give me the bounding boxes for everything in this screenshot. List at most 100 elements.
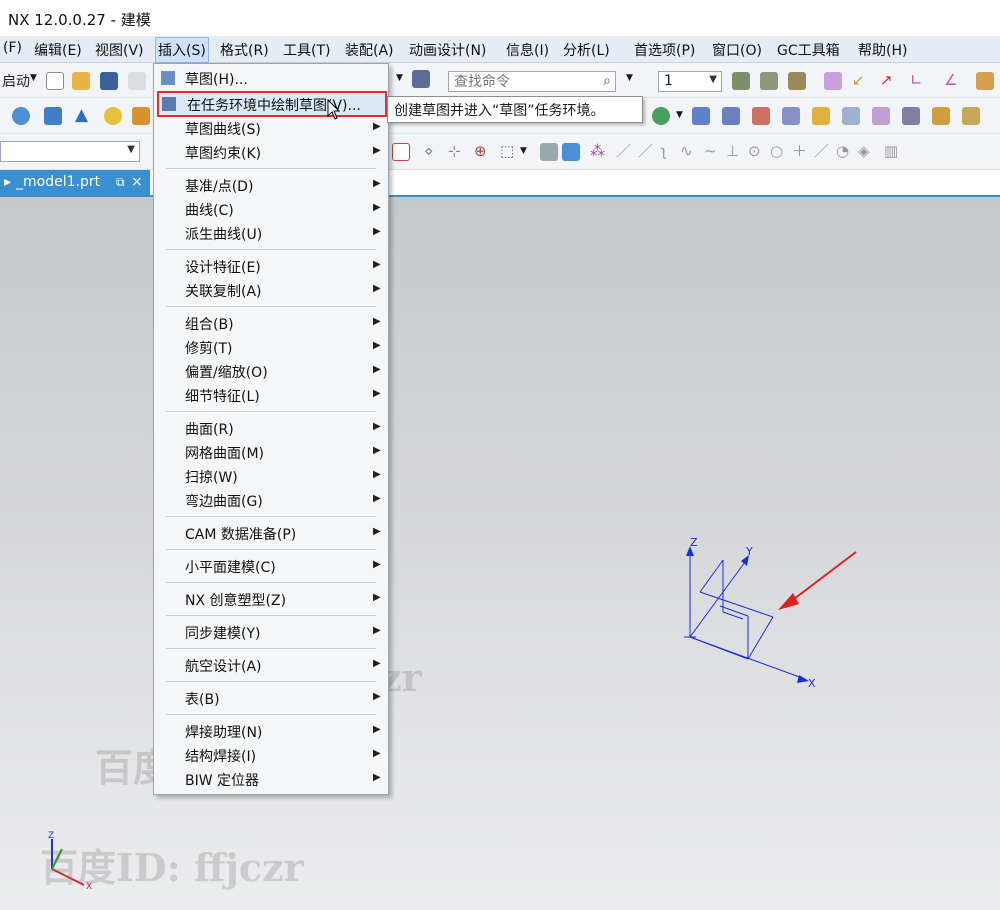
menu-item-flange-surface[interactable]: 弯边曲面(G) ▶ (154, 489, 388, 513)
through-curves-icon[interactable] (692, 107, 710, 125)
move-to-layer-icon[interactable] (760, 72, 778, 90)
menu-item-weld-assistant[interactable]: 焊接助理(N) ▶ (154, 720, 388, 744)
cut-icon[interactable] (128, 72, 146, 90)
quick-pick-icon[interactable]: ⊹ (448, 142, 461, 160)
snap-on-curve-icon[interactable]: ／ (814, 142, 829, 160)
start-dropdown-icon[interactable]: ▼ (30, 73, 37, 83)
snap-endpoint-icon[interactable]: ↙ (852, 71, 865, 89)
menu-analysis[interactable]: 分析(L) (563, 40, 610, 60)
menu-insert[interactable]: 插入(S) (155, 37, 209, 63)
select-dropdown-icon[interactable]: ▼ (520, 146, 527, 156)
search-icon[interactable]: ⌕ (603, 73, 611, 89)
menu-item-nx-realize-shape[interactable]: NX 创意塑型(Z) ▶ (154, 588, 388, 612)
snap-point-icon[interactable] (824, 72, 842, 90)
open-folder-icon[interactable] (72, 72, 90, 90)
snap-circle-icon[interactable]: ⊙ (748, 142, 761, 160)
menu-window[interactable]: 窗口(O) (712, 40, 762, 60)
menu-item-sketch-constraint[interactable]: 草图约束(K) ▶ (154, 141, 388, 165)
snap-plus-icon[interactable]: ＋ (792, 142, 807, 160)
menu-item-trim[interactable]: 修剪(T) ▶ (154, 336, 388, 360)
menu-item-sketch[interactable]: 草图(H)... (154, 67, 388, 91)
snap-tangent-icon[interactable]: ／ (638, 142, 653, 160)
snap-line-icon[interactable]: ／ (616, 142, 631, 160)
menu-item-aerospace-design[interactable]: 航空设计(A) ▶ (154, 654, 388, 678)
new-file-icon[interactable] (46, 72, 64, 90)
dropdown-arrow-icon[interactable]: ▼ (396, 73, 403, 83)
block-icon[interactable] (12, 107, 30, 125)
menu-info[interactable]: 信息(I) (506, 40, 549, 60)
swept-icon[interactable] (752, 107, 770, 125)
menu-item-facet-modeling[interactable]: 小平面建模(C) ▶ (154, 555, 388, 579)
start-button-label[interactable]: 启动 (2, 71, 30, 91)
point-icon[interactable] (652, 107, 670, 125)
layer-settings-icon[interactable] (732, 72, 750, 90)
extrude-icon[interactable] (132, 107, 150, 125)
snap-center-icon[interactable] (976, 72, 994, 90)
menu-item-surface[interactable]: 曲面(R) ▶ (154, 417, 388, 441)
menu-item-cam-data-prep[interactable]: CAM 数据准备(P) ▶ (154, 522, 388, 546)
menu-item-datum-point[interactable]: 基准/点(D) ▶ (154, 174, 388, 198)
menu-assembly[interactable]: 装配(A) (345, 40, 394, 60)
menu-item-derived-curve[interactable]: 派生曲线(U) ▶ (154, 222, 388, 246)
snap-face-icon[interactable]: ◔ (836, 142, 849, 160)
copy-to-layer-icon[interactable] (788, 72, 806, 90)
file-tab[interactable]: ▸ _model1.prt ⧉ × (0, 170, 150, 195)
offset-surface-icon[interactable] (842, 107, 860, 125)
menu-preferences[interactable]: 首选项(P) (634, 40, 695, 60)
snap-vertex-icon[interactable]: ◈ (858, 142, 870, 160)
snap-perpendicular-icon[interactable]: ⊥ (726, 142, 739, 160)
sew-icon[interactable] (902, 107, 920, 125)
save-icon[interactable] (100, 72, 118, 90)
menu-item-table[interactable]: 表(B) ▶ (154, 687, 388, 711)
menu-item-curve[interactable]: 曲线(C) ▶ (154, 198, 388, 222)
menu-item-sweep[interactable]: 扫掠(W) ▶ (154, 465, 388, 489)
menu-item-biw-locator[interactable]: BIW 定位器 ▶ (154, 768, 388, 792)
menu-item-combine[interactable]: 组合(B) ▶ (154, 312, 388, 336)
select-rectangle-icon[interactable]: ⬚ (500, 142, 514, 160)
menu-item-synchronous-modeling[interactable]: 同步建模(Y) ▶ (154, 621, 388, 645)
search-dropdown-icon[interactable]: ▼ (626, 73, 633, 83)
thicken-icon[interactable] (872, 107, 890, 125)
menu-gc-toolbox[interactable]: GC工具箱 (777, 40, 840, 60)
graphics-viewport[interactable]: Z Y X Z X 百度ID: ffjczr 百度ID: ffjczr 百度ID… (0, 197, 1000, 910)
menu-item-design-feature[interactable]: 设计特征(E) ▶ (154, 255, 388, 279)
menu-item-associative-copy[interactable]: 关联复制(A) ▶ (154, 279, 388, 303)
snap-intersection-icon[interactable]: ∠ (944, 71, 957, 89)
snap-midpoint-icon[interactable]: ↗ (880, 71, 893, 89)
snap-toggle-icon[interactable] (392, 143, 410, 161)
snap-arc-icon[interactable]: ∿ (680, 142, 693, 160)
menu-item-mesh-surface[interactable]: 网格曲面(M) ▶ (154, 441, 388, 465)
cone-icon[interactable]: ▲ (75, 106, 88, 124)
menu-tools[interactable]: 工具(T) (283, 40, 330, 60)
bounded-plane-icon[interactable] (812, 107, 830, 125)
menu-item-offset-scale[interactable]: 偏置/缩放(O) ▶ (154, 360, 388, 384)
menu-file[interactable]: (F) (3, 40, 22, 56)
menu-format[interactable]: 格式(R) (220, 40, 269, 60)
menu-help[interactable]: 帮助(H) (858, 40, 907, 60)
snap-quadrant-icon[interactable]: ○ (770, 142, 783, 160)
layer-select[interactable]: 1 ▼ (658, 71, 722, 92)
type-filter-select[interactable]: ▼ (0, 141, 140, 162)
infer-icon[interactable]: ⋄ (424, 142, 433, 160)
command-finder-icon[interactable] (412, 70, 430, 88)
snap-spline-icon[interactable]: ∼ (704, 142, 717, 160)
menu-item-structure-weld[interactable]: 结构焊接(I) ▶ (154, 744, 388, 768)
cylinder-icon[interactable] (44, 107, 62, 125)
through-mesh-icon[interactable] (722, 107, 740, 125)
snap-bar-icon[interactable]: ▥ (884, 142, 898, 160)
trim-body-icon[interactable] (932, 107, 950, 125)
studio-surface-icon[interactable] (782, 107, 800, 125)
select-body-icon[interactable] (540, 143, 558, 161)
command-search-box[interactable]: ⌕ (448, 71, 616, 92)
snap-curve-icon[interactable]: ʅ (660, 142, 667, 160)
menu-item-sketch-curve[interactable]: 草图曲线(S) ▶ (154, 117, 388, 141)
snap-grid-icon[interactable]: ⁂ (590, 142, 605, 160)
menu-item-detail-feature[interactable]: 细节特征(L) ▶ (154, 384, 388, 408)
close-icon[interactable]: × (131, 174, 143, 190)
snap-control-icon[interactable]: ∟ (910, 71, 923, 89)
menu-view[interactable]: 视图(V) (95, 40, 144, 60)
point-dropdown-icon[interactable]: ▼ (676, 110, 683, 120)
restore-icon[interactable]: ⧉ (116, 175, 125, 190)
patch-icon[interactable] (962, 107, 980, 125)
sphere-icon[interactable] (104, 107, 122, 125)
